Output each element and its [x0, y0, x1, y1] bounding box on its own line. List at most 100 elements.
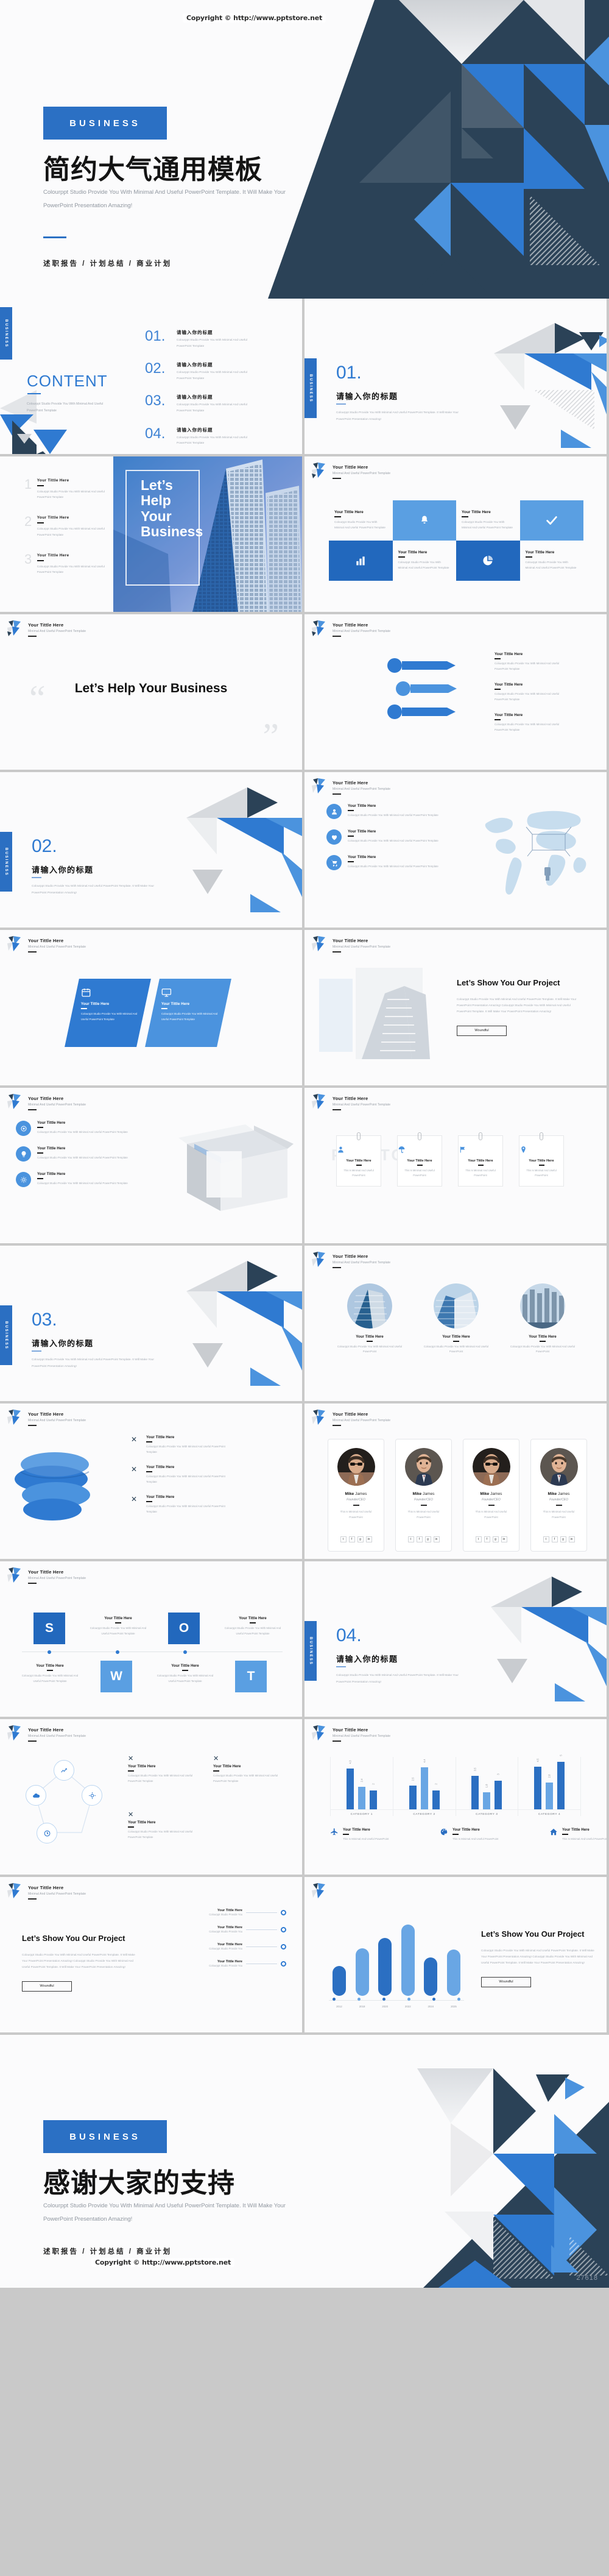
home-icon — [549, 1828, 558, 1836]
logo-mark-icon — [312, 1725, 325, 1740]
close-icon: ✕ — [128, 1811, 134, 1818]
slide-title: Your Tittle Here — [28, 1411, 64, 1417]
list-item[interactable]: Your Tittle Here Colourppt Studio Provid… — [16, 1146, 132, 1162]
googleplus-icon[interactable]: g — [357, 1536, 364, 1542]
avatar — [404, 1448, 443, 1486]
facebook-icon[interactable]: f — [484, 1536, 490, 1542]
hex-item[interactable]: ✕ Your Tittle Here Colourppt Studio Prov… — [213, 1755, 286, 1784]
footer-item[interactable]: Your Tittle Here This Is Minimal And Use… — [549, 1828, 607, 1842]
googleplus-icon[interactable]: g — [560, 1536, 566, 1542]
contents-rule — [27, 393, 41, 394]
slide-title: Your Tittle Here — [28, 1727, 64, 1733]
team-card[interactable]: Mike James Founder/CEO This Is Minimal A… — [328, 1439, 384, 1552]
parallelogram-card[interactable]: Your Tittle Here Colourppt Studio Provid… — [145, 979, 231, 1047]
bar-value-label: 2 — [371, 1783, 375, 1785]
tag-card[interactable]: Your Tittle Here This Is Minimal And Use… — [336, 1132, 381, 1187]
grid-cell-tile[interactable] — [329, 541, 393, 581]
divider — [333, 793, 341, 795]
quote-close-icon: ” — [262, 716, 279, 756]
twitter-icon[interactable]: t — [407, 1536, 414, 1542]
slide-team: Your Tittle Here Minimal And Useful Powe… — [304, 1403, 607, 1559]
list-item[interactable]: Your Tittle Here Colourppt Studio Provid… — [326, 804, 457, 819]
list-item[interactable]: ✕ Your Tittle Here Colourppt Studio Prov… — [128, 1495, 234, 1514]
divider — [495, 658, 501, 659]
list-item[interactable]: 2 Your Tittle Here Colourppt Studio Prov… — [24, 515, 113, 537]
project-button[interactable]: Woundful — [457, 1025, 507, 1036]
list-item[interactable]: Your Tittle Here Colourppt Studio Provid… — [326, 829, 457, 845]
toc-item[interactable]: 03. 请输入你的标题 Colourppt Studio Provide You… — [145, 394, 285, 414]
tag-card[interactable]: Your Tittle Here This Is Minimal And Use… — [397, 1132, 442, 1187]
circle-item[interactable]: Your Tittle Here Colourppt Studio Provid… — [509, 1283, 576, 1355]
twitter-icon[interactable]: t — [475, 1536, 482, 1542]
chart-x-tick: 2012 — [336, 2005, 342, 2008]
team-name: Mike James — [345, 1492, 367, 1496]
toc-item[interactable]: 01. 请输入你的标题 Colourppt Studio Provide You… — [145, 329, 285, 349]
tag-card[interactable]: Your Tittle Here This Is Minimal And Use… — [519, 1132, 564, 1187]
list-item[interactable]: ✕ Your Tittle Here Colourppt Studio Prov… — [128, 1435, 234, 1455]
googleplus-icon[interactable]: g — [492, 1536, 499, 1542]
tag-card[interactable]: Your Tittle Here This Is Minimal And Use… — [458, 1132, 503, 1187]
parallelogram-card[interactable]: Your Tittle Here Colourppt Studio Provid… — [65, 979, 151, 1047]
facebook-icon[interactable]: f — [416, 1536, 423, 1542]
arrow-item[interactable]: Your Tittle Here Colourppt Studio Provid… — [495, 713, 561, 733]
list-item[interactable]: Your Tittle Here Colourppt Studio Provid… — [16, 1121, 132, 1136]
arrow-item[interactable]: Your Tittle Here Colourppt Studio Provid… — [495, 652, 561, 672]
connector-item[interactable]: Your Tittle Here Colourppt Studio Provid… — [171, 1960, 286, 1968]
gear-icon[interactable] — [82, 1785, 102, 1806]
list-item[interactable]: Your Tittle Here Colourppt Studio Provid… — [16, 1172, 132, 1187]
connector-item[interactable]: Your Tittle Here Colourppt Studio Provid… — [171, 1943, 286, 1951]
linkedin-icon[interactable]: in — [501, 1536, 507, 1542]
team-card[interactable]: Mike James Founder/CEO This Is Minimal A… — [463, 1439, 519, 1552]
cloud-icon[interactable] — [26, 1785, 46, 1806]
twitter-icon[interactable]: t — [340, 1536, 347, 1542]
list-item[interactable]: Your Tittle Here Colourppt Studio Provid… — [326, 855, 457, 870]
googleplus-icon[interactable]: g — [424, 1536, 431, 1542]
chart-bar: 2.4 — [357, 1778, 365, 1809]
connector-item[interactable]: Your Tittle Here Colourppt Studio Provid… — [171, 1926, 286, 1934]
close-icon: ✕ — [130, 1435, 138, 1444]
connector-item[interactable]: Your Tittle Here Colourppt Studio Provid… — [171, 1909, 286, 1917]
chart-group: 3.5 1.8 3 CATEGORY 3 — [455, 1757, 518, 1816]
twitter-icon[interactable]: t — [543, 1536, 549, 1542]
facebook-icon[interactable]: f — [551, 1536, 558, 1542]
item-desc: Colourppt Studio Provide You With Minima… — [348, 839, 438, 842]
facebook-icon[interactable]: f — [348, 1536, 355, 1542]
circle-item[interactable]: Your Tittle Here Colourppt Studio Provid… — [336, 1283, 403, 1355]
clock-icon[interactable] — [37, 1823, 57, 1843]
linkedin-icon[interactable]: in — [433, 1536, 440, 1542]
arrow-item[interactable]: Your Tittle Here Colourppt Studio Provid… — [495, 683, 561, 702]
project-button[interactable]: Woundful — [22, 1981, 72, 1992]
axis-dot — [357, 1998, 361, 2001]
team-card[interactable]: Mike James Founder/CEO This Is Minimal A… — [530, 1439, 587, 1552]
divider — [334, 516, 341, 518]
toc-item[interactable]: 04. 请输入你的标题 Colourppt Studio Provide You… — [145, 426, 285, 447]
slide-subtitle: Minimal And Useful PowerPoint Template — [333, 472, 391, 475]
item-title: Your Tittle Here — [529, 1335, 557, 1339]
list-item[interactable]: 3 Your Tittle Here Colourppt Studio Prov… — [24, 552, 113, 575]
footer-item[interactable]: Your Tittle Here This Is Minimal And Use… — [330, 1828, 403, 1842]
item-desc: Colourppt Studio Provide You With Minima… — [510, 1345, 576, 1354]
hex-item[interactable]: ✕ Your Tittle Here Colourppt Studio Prov… — [128, 1811, 201, 1840]
section-title: 请输入你的标题 — [32, 865, 94, 875]
team-card[interactable]: Mike James Founder/CEO This Is Minimal A… — [395, 1439, 452, 1552]
grid-cell-tile[interactable] — [392, 500, 456, 541]
grid-cell-tile[interactable] — [519, 500, 583, 541]
toc-item[interactable]: 02. 请输入你的标题 Colourppt Studio Provide You… — [145, 361, 285, 381]
lightbulb-icon — [16, 1146, 31, 1162]
project-button[interactable]: Woundful — [481, 1976, 531, 1987]
avatar — [337, 1448, 375, 1486]
list-item[interactable]: 1 Your Tittle Here Colourppt Studio Prov… — [24, 477, 113, 500]
linkedin-icon[interactable]: in — [365, 1536, 372, 1542]
chart-icon[interactable] — [54, 1760, 74, 1781]
grid-cell-tile[interactable] — [456, 541, 520, 581]
list-item[interactable]: ✕ Your Tittle Here Colourppt Studio Prov… — [128, 1465, 234, 1485]
caption-title: Your Tittle Here — [36, 1664, 64, 1668]
footer-item[interactable]: Your Tittle Here This Is Minimal And Use… — [440, 1828, 513, 1842]
chart-bar — [401, 1924, 415, 1996]
chart-bar: 1.8 — [483, 1784, 491, 1809]
circle-item[interactable]: Your Tittle Here Colourppt Studio Provid… — [423, 1283, 490, 1355]
hex-item[interactable]: ✕ Your Tittle Here Colourppt Studio Prov… — [128, 1755, 201, 1784]
linkedin-icon[interactable]: in — [568, 1536, 575, 1542]
divider — [398, 556, 405, 558]
item-title: Your Tittle Here — [348, 804, 376, 808]
